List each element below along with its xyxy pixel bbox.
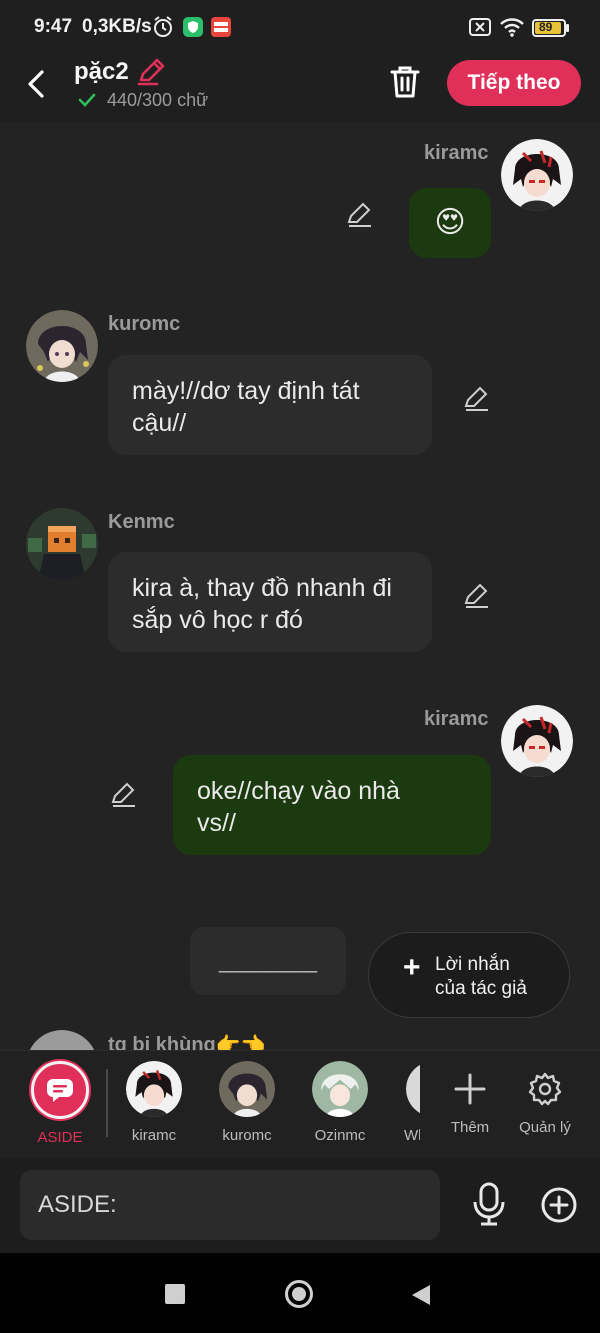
message-line: vs// [197,809,236,837]
avatar-kuromc[interactable] [26,310,98,382]
character-label: Thêm [450,1119,490,1136]
edit-message-icon[interactable] [346,200,374,228]
manage-characters-button[interactable]: Quản lý [505,1061,585,1136]
status-network-speed: 0,3KB/s [82,16,152,37]
aside-icon [31,1061,89,1119]
next-button[interactable]: Tiếp theo [447,60,581,106]
message-line: cậu// [132,409,187,437]
shield-app-icon [183,17,203,37]
avatar-ozinmc [312,1061,368,1117]
character-kuromc[interactable]: kuromc [207,1061,287,1144]
character-label: kuromc [222,1127,272,1144]
avatar-wh [406,1061,420,1117]
check-icon [78,93,96,107]
plus-icon: + [403,951,421,984]
plus-icon [430,1061,510,1117]
add-character-button[interactable]: Thêm [430,1061,510,1136]
message-bubble: kira à, thay đồ nhanh đi sắp vô học r đó [108,552,432,652]
message-author: tg bị khùng👉👈 [108,1034,266,1050]
back-arrow-icon[interactable] [22,66,52,102]
edit-title-icon[interactable] [137,58,167,86]
message-author: kiramc [424,142,489,164]
input-prefix: ASIDE: [38,1191,117,1218]
status-bar: 9:47 0,3KB/s 89 [0,0,600,56]
avatar-kuromc [219,1061,275,1117]
author-note-label: của tác giả [435,978,527,999]
author-note-button[interactable]: + Lời nhắn của tác giả [368,932,570,1018]
edit-message-icon[interactable] [463,384,491,412]
message-author: kuromc [108,313,181,335]
character-wh[interactable]: Wh [394,1061,420,1144]
input-bar: ASIDE: [0,1158,600,1253]
app-header: pặc2 440/300 chữ Tiếp theo [0,56,600,122]
back-icon[interactable] [410,1283,432,1307]
message-input[interactable]: ASIDE: [20,1170,440,1240]
manga-app-icon [211,17,231,37]
battery-icon: 89 [532,19,566,37]
divider [106,1069,108,1137]
add-media-icon[interactable] [540,1186,578,1224]
status-time: 9:47 [34,16,73,37]
message-line: oke//chạy vào nhà [197,777,400,805]
avatar-kiramc[interactable] [501,705,573,777]
system-nav-bar [0,1253,600,1333]
page-title: pặc2 [74,58,129,85]
message-author: Kenmc [108,511,175,533]
character-ozinmc[interactable]: Ozinmc [300,1061,380,1144]
message-bubble: mày!//dơ tay định tát cậu// [108,355,432,455]
blank-message-box[interactable]: ________ [190,927,346,995]
character-kiramc[interactable]: kiramc [114,1061,194,1144]
avatar-author[interactable] [26,1030,98,1050]
edit-message-icon[interactable] [110,780,138,808]
gear-icon [505,1061,585,1117]
message-bubble: 😍 [409,188,491,258]
character-label: Quản lý [519,1119,571,1136]
author-note-label: Lời nhắn [435,954,510,975]
avatar-kenmc[interactable] [26,508,98,580]
battery-level: 89 [539,20,553,34]
recents-icon[interactable] [165,1284,185,1304]
chat-area: kiramc 😍 kuromc mày!//dơ tay định tát cậ… [0,122,600,1050]
message-line: kira à, thay đồ nhanh đi [132,574,392,602]
trash-icon[interactable] [388,64,422,100]
character-aside[interactable]: ASIDE [20,1061,100,1146]
microphone-icon[interactable] [470,1182,508,1226]
character-label: Wh [404,1127,420,1144]
character-label: kiramc [131,1127,177,1144]
avatar-kiramc [126,1061,182,1117]
message-bubble: oke//chạy vào nhà vs// [173,755,491,855]
message-line: mày!//dơ tay định tát [132,377,360,405]
alarm-icon [154,16,172,37]
character-selector: ASIDE kiramc kuromc Ozinmc W Thêm Quản l… [0,1050,600,1158]
word-count: 440/300 chữ [107,90,209,110]
message-line: sắp vô học r đó [132,606,303,634]
wifi-icon [500,18,524,37]
character-label: Ozinmc [314,1127,366,1144]
sim-off-icon [469,18,491,36]
message-author: kiramc [424,708,489,730]
character-label: ASIDE [37,1129,83,1146]
avatar-kiramc[interactable] [501,139,573,211]
edit-message-icon[interactable] [463,581,491,609]
home-icon[interactable] [285,1280,313,1308]
